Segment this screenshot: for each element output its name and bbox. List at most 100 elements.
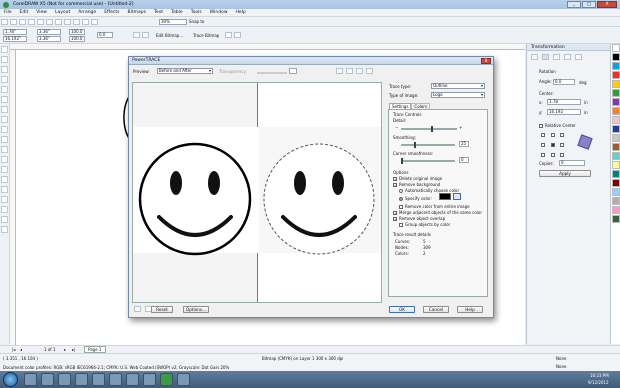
fill-tool-icon[interactable] [1,216,8,223]
smart-fill-tool-icon[interactable] [1,96,8,103]
first-page-icon[interactable]: |◂ [12,347,15,352]
last-page-icon[interactable]: ▸| [72,347,75,352]
edit-bitmap-button[interactable]: Edit Bitmap... [156,33,183,38]
import-icon[interactable] [82,18,89,25]
transparency-slider[interactable] [257,72,287,74]
transparency-field[interactable] [289,68,297,74]
minimize-button[interactable]: _ [567,1,581,8]
palette-swatch[interactable] [612,71,620,79]
palette-swatch[interactable] [612,170,620,178]
outline-tool-icon[interactable] [1,206,8,213]
copy-icon[interactable] [46,18,53,25]
menu-effects[interactable]: Effects [100,10,123,15]
anchor-grid[interactable] [541,132,567,158]
text-tool-icon[interactable] [1,146,8,153]
color-profile-info[interactable]: Document color profiles: RGB: sRGB IEC61… [3,365,229,370]
palette-swatch[interactable] [612,125,620,133]
scale-y-field[interactable]: 100.0 [69,35,85,42]
remove-background-checkbox[interactable]: ✓ Remove background [393,182,440,187]
fill-indicator[interactable]: None [556,356,566,361]
preview-dropdown[interactable]: Before and After [157,68,213,74]
cut-icon[interactable] [37,18,44,25]
size-transform-icon[interactable] [564,54,571,60]
palette-swatch[interactable] [612,107,620,115]
menu-arrange[interactable]: Arrange [74,10,100,15]
menu-layout[interactable]: Layout [51,10,74,15]
smoothing-slider[interactable] [401,142,455,148]
taskbar-photoshop-icon[interactable] [92,373,105,386]
width-field[interactable]: 3.36" [37,28,61,35]
save-icon[interactable] [19,18,26,25]
palette-swatch[interactable] [612,152,620,160]
zoom-in-icon[interactable] [336,68,343,74]
shape-tool-icon[interactable] [1,56,8,63]
detail-slider[interactable] [401,126,457,132]
fit-to-window-icon[interactable] [356,68,363,74]
image-type-dropdown[interactable]: Logo [431,92,485,98]
menu-window[interactable]: Window [206,10,232,15]
palette-swatch[interactable] [612,89,620,97]
taskbar-coreldraw-icon[interactable] [160,373,173,386]
taskbar-firefox-icon[interactable] [58,373,71,386]
merge-adjacent-checkbox[interactable]: ✓ Merge adjacent objects of the same colo… [393,210,482,215]
trace-type-dropdown[interactable]: Outline [431,83,485,89]
palette-swatch[interactable] [612,116,620,124]
taskbar-explorer-icon[interactable] [24,373,37,386]
open-icon[interactable] [10,18,17,25]
menu-tools[interactable]: Tools [187,10,206,15]
y-position-field[interactable]: 16.192" [3,35,27,42]
copies-field[interactable]: 0 [559,160,585,166]
pan-icon[interactable] [366,68,373,74]
next-page-icon[interactable]: ▸ [64,347,66,352]
remove-overlap-checkbox[interactable]: ✓ Remove object overlap [393,216,445,221]
zoom-out-icon[interactable] [346,68,353,74]
menu-help[interactable]: Help [232,10,250,15]
crop-tool-icon[interactable] [1,66,8,73]
scale-mirror-icon[interactable] [553,54,560,60]
cancel-button[interactable]: Cancel [423,306,449,313]
preview-area[interactable] [132,82,382,303]
palette-swatch[interactable] [612,98,620,106]
dimension-tool-icon[interactable] [1,166,8,173]
palette-swatch[interactable] [612,188,620,196]
smoothing-field[interactable]: 25 [459,141,469,147]
palette-swatch[interactable] [612,53,620,61]
export-icon[interactable] [91,18,98,25]
page-tab[interactable]: Page 1 [84,346,106,353]
menu-file[interactable]: File [0,10,16,15]
zoom-level-field[interactable]: 30% [159,18,187,25]
eyedropper-tool-icon[interactable] [1,196,8,203]
menu-edit[interactable]: Edit [16,10,33,15]
skew-transform-icon[interactable] [575,54,582,60]
undo-icon[interactable] [64,18,71,25]
corner-slider-knob[interactable] [401,158,403,164]
new-document-icon[interactable] [1,18,8,25]
x-position-field[interactable]: 1.78" [3,28,27,35]
blend-tool-icon[interactable] [1,186,8,193]
corner-smoothness-slider[interactable] [401,158,455,164]
taskbar-media-icon[interactable] [75,373,88,386]
palette-swatch[interactable] [612,134,620,142]
maximize-button[interactable]: □ [582,1,596,8]
taskbar-folder-icon[interactable] [109,373,122,386]
position-transform-icon[interactable] [531,54,538,60]
palette-swatch[interactable] [612,62,620,70]
remove-entire-checkbox[interactable]: Remove color from entire image [399,204,470,209]
eyedropper-icon[interactable] [453,193,461,200]
paste-icon[interactable] [55,18,62,25]
palette-swatch[interactable] [612,44,620,52]
palette-swatch[interactable] [612,80,620,88]
outline-indicator[interactable]: None [556,364,566,369]
corner-smoothness-field[interactable]: 0 [459,157,469,163]
trace-bitmap-button[interactable]: Trace Bitmap [193,33,219,38]
center-x-field[interactable]: 1.78 [547,99,581,105]
rotation-angle-field[interactable]: 0.0 [97,32,113,38]
palette-swatch[interactable] [612,215,620,223]
dialog-close-button[interactable]: X [481,58,491,64]
group-by-color-checkbox[interactable]: Group objects by color [399,222,450,227]
freehand-tool-icon[interactable] [1,86,8,93]
menu-text[interactable]: Text [150,10,167,15]
apply-button[interactable]: Apply [539,170,591,177]
help-button[interactable]: Help [457,306,483,313]
specify-color-swatch[interactable] [439,193,451,200]
